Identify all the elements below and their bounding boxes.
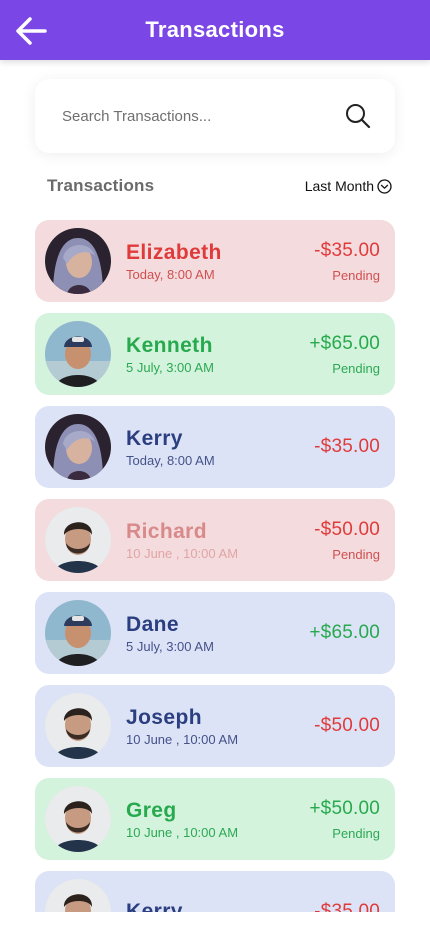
transaction-time: 10 June , 10:00 AM: [126, 545, 239, 561]
transaction-time: 5 July, 3:00 AM: [126, 638, 214, 654]
transaction-time: 5 July, 3:00 AM: [126, 359, 214, 375]
app-header: Transactions: [0, 0, 430, 60]
transaction-name: Dane: [126, 612, 179, 636]
transaction-name: Elizabeth: [126, 240, 222, 264]
transaction-time: 10 June , 10:00 AM: [126, 731, 239, 747]
transaction-name: Richard: [126, 519, 207, 543]
man-beard-avatar: [45, 786, 111, 852]
transaction-amount: +$65.00: [309, 332, 380, 354]
transaction-card[interactable]: Greg 10 June , 10:00 AM +$50.00 Pending: [35, 778, 395, 860]
transaction-name: Greg: [126, 798, 177, 822]
chevron-down-circle-icon: [377, 178, 392, 194]
filter-dropdown[interactable]: Last Month: [305, 178, 392, 194]
transaction-name: Kerry: [126, 899, 183, 913]
transaction-time: Today, 8:00 AM: [126, 266, 215, 282]
transaction-amount-group: +$50.00 Pending: [309, 797, 380, 842]
search-icon: [346, 104, 371, 129]
transaction-card[interactable]: Richard 10 June , 10:00 AM -$50.00 Pending: [35, 499, 395, 581]
transaction-amount: -$50.00: [314, 715, 380, 736]
transaction-info: Joseph 10 June , 10:00 AM: [126, 705, 314, 748]
transaction-list: Elizabeth Today, 8:00 AM -$35.00 Pending Ken…: [35, 220, 395, 912]
transaction-info: Greg 10 June , 10:00 AM: [126, 798, 309, 841]
man-beard-avatar: [45, 693, 111, 759]
transaction-time: 10 June , 10:00 AM: [126, 824, 239, 840]
transaction-amount-group: -$35.00: [314, 900, 380, 912]
man-cap-avatar: [45, 321, 111, 387]
transaction-amount: -$50.00: [314, 518, 380, 540]
transaction-amount-group: -$35.00: [314, 435, 380, 459]
transaction-card[interactable]: Dane 5 July, 3:00 AM +$65.00: [35, 592, 395, 674]
transaction-status: Pending: [332, 825, 380, 841]
transaction-status: Pending: [332, 546, 380, 562]
transaction-status: Pending: [332, 360, 380, 376]
transaction-name: Kenneth: [126, 333, 213, 357]
transaction-card[interactable]: Kerry Today, 8:00 AM -$35.00: [35, 406, 395, 488]
transaction-info: Elizabeth Today, 8:00 AM: [126, 240, 314, 283]
list-title: Transactions: [47, 176, 155, 195]
list-header: Transactions Last Month: [47, 174, 392, 198]
transaction-amount: -$35.00: [314, 901, 380, 912]
arrow-left-icon: [16, 17, 47, 45]
transaction-amount: +$50.00: [309, 797, 380, 819]
transaction-amount: -$35.00: [314, 239, 380, 261]
transaction-amount-group: +$65.00: [309, 621, 380, 645]
back-button[interactable]: [14, 14, 48, 48]
transaction-card[interactable]: Elizabeth Today, 8:00 AM -$35.00 Pending: [35, 220, 395, 302]
transaction-info: Richard 10 June , 10:00 AM: [126, 519, 314, 562]
transaction-amount: -$35.00: [314, 436, 380, 457]
transaction-amount: +$65.00: [309, 622, 380, 643]
transaction-info: Dane 5 July, 3:00 AM: [126, 612, 309, 655]
transaction-name: Kerry: [126, 426, 183, 450]
transaction-amount-group: +$65.00 Pending: [309, 332, 380, 377]
transaction-card[interactable]: Kerry -$35.00: [35, 871, 395, 912]
transaction-info: Kerry Today, 8:00 AM: [126, 426, 314, 469]
transaction-card[interactable]: Joseph 10 June , 10:00 AM -$50.00: [35, 685, 395, 767]
transaction-card[interactable]: Kenneth 5 July, 3:00 AM +$65.00 Pending: [35, 313, 395, 395]
transaction-status: Pending: [332, 267, 380, 283]
transaction-name: Joseph: [126, 705, 202, 729]
transaction-amount-group: -$50.00: [314, 714, 380, 738]
transaction-info: Kerry: [126, 899, 314, 913]
man-beard-avatar: [45, 879, 111, 912]
woman-avatar: [45, 228, 111, 294]
transaction-amount-group: -$50.00 Pending: [314, 518, 380, 563]
woman-avatar: [45, 414, 111, 480]
man-cap-avatar: [45, 600, 111, 666]
transaction-info: Kenneth 5 July, 3:00 AM: [126, 333, 309, 376]
filter-label: Last Month: [304, 178, 374, 194]
search-button[interactable]: [343, 101, 373, 131]
transaction-time: Today, 8:00 AM: [126, 452, 215, 468]
transaction-amount-group: -$35.00 Pending: [314, 239, 380, 284]
search-input[interactable]: [62, 107, 343, 125]
search-bar: [35, 79, 395, 153]
page-title: Transactions: [145, 17, 285, 42]
man-beard-avatar: [45, 507, 111, 573]
